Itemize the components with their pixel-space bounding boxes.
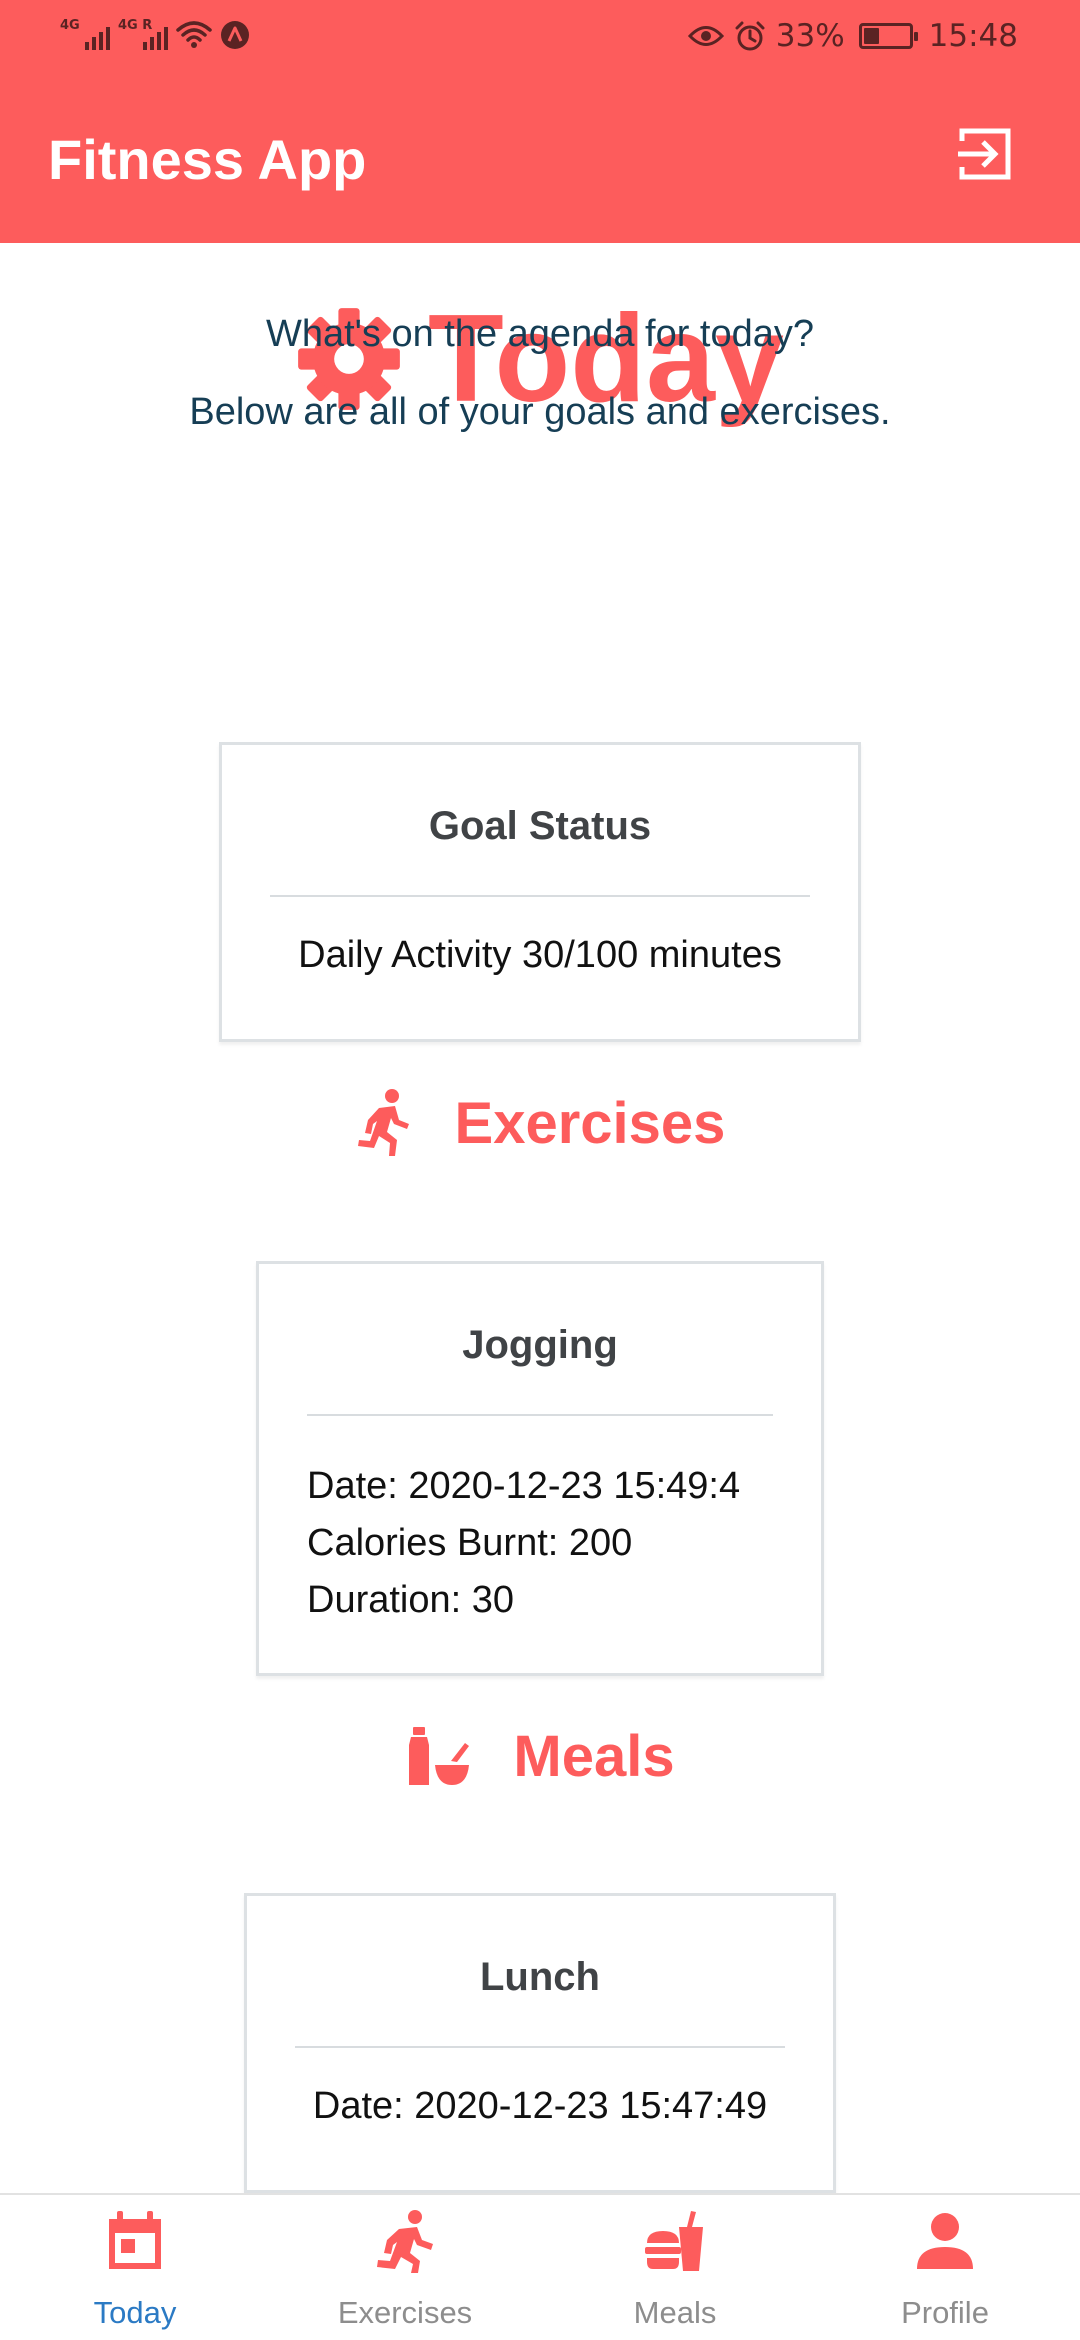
- nav-tab-today[interactable]: Today: [0, 2195, 270, 2340]
- card-divider: [307, 1414, 773, 1416]
- status-bar-left: 4G 4G R: [60, 18, 250, 52]
- signal-type-label: 4G: [60, 18, 80, 33]
- calendar-icon: [109, 2211, 161, 2269]
- card-divider: [295, 2046, 785, 2048]
- nav-label: Meals: [633, 2295, 717, 2330]
- meals-heading: Meals: [0, 1721, 1080, 1791]
- nav-label: Profile: [901, 2295, 989, 2330]
- cell-signal-icon: 4G: [60, 18, 110, 52]
- exercises-heading-text: Exercises: [454, 1090, 726, 1156]
- meal-card[interactable]: Lunch Date: 2020-12-23 15:47:49: [244, 1893, 836, 2193]
- exercise-duration: Duration: 30: [307, 1579, 515, 1621]
- nav-label: Exercises: [337, 2295, 473, 2330]
- goal-status-card: Goal Status Daily Activity 30/100 minute…: [219, 742, 861, 1042]
- exercise-calories: Calories Burnt: 200: [307, 1522, 633, 1564]
- card-divider: [270, 895, 810, 897]
- meal-date: Date: 2020-12-23 15:47:49: [312, 2085, 768, 2127]
- fastfood-icon: [645, 2211, 703, 2271]
- meal-icon: [409, 1727, 470, 1785]
- battery-icon: [858, 23, 918, 49]
- logout-button[interactable]: [956, 125, 1014, 183]
- clock: 15:48: [928, 18, 1018, 54]
- status-bar-right: 33% 15:48: [687, 18, 1018, 54]
- cell-signal-roaming-icon: 4G R: [118, 18, 168, 52]
- bottom-navigation: Today Exercises Meals Profile: [0, 2193, 1080, 2340]
- card-title: Goal Status: [428, 804, 652, 848]
- nav-label: Today: [93, 2295, 177, 2330]
- main-content[interactable]: Today What's on the agenda for today? Be…: [0, 243, 1080, 2193]
- wifi-icon: [176, 21, 212, 48]
- status-bar: 4G 4G R 33% 15:48: [0, 0, 1080, 75]
- notification-app-icon: [221, 21, 249, 49]
- card-title: Jogging: [462, 1323, 618, 1367]
- today-description: Below are all of your goals and exercise…: [189, 391, 891, 433]
- card-title: Lunch: [480, 1955, 600, 1999]
- nav-tab-meals[interactable]: Meals: [540, 2195, 810, 2340]
- exercise-details: Date: 2020-12-23 15:49:4 Calories Burnt:…: [307, 1458, 821, 1629]
- app-bar: Fitness App: [0, 75, 1080, 243]
- battery-percent: 33%: [775, 18, 845, 54]
- exercise-card[interactable]: Jogging Date: 2020-12-23 15:49:4 Calorie…: [256, 1261, 824, 1676]
- person-icon: [917, 2213, 973, 2269]
- logout-icon: [958, 128, 1011, 180]
- running-icon: [357, 1089, 409, 1156]
- exercises-heading: Exercises: [0, 1088, 1080, 1158]
- nav-tab-exercises[interactable]: Exercises: [270, 2195, 540, 2340]
- exercise-date: Date: 2020-12-23 15:49:4: [307, 1465, 741, 1507]
- goal-status-text: Daily Activity 30/100 minutes: [298, 934, 782, 976]
- meals-heading-text: Meals: [513, 1723, 675, 1789]
- running-icon: [377, 2210, 433, 2273]
- battery-level: [863, 28, 879, 44]
- today-subtitle: What's on the agenda for today?: [265, 313, 815, 355]
- nav-tab-profile[interactable]: Profile: [810, 2195, 1080, 2340]
- eye-icon: [687, 26, 724, 46]
- alarm-icon: [735, 21, 765, 51]
- app-title: Fitness App: [48, 128, 367, 191]
